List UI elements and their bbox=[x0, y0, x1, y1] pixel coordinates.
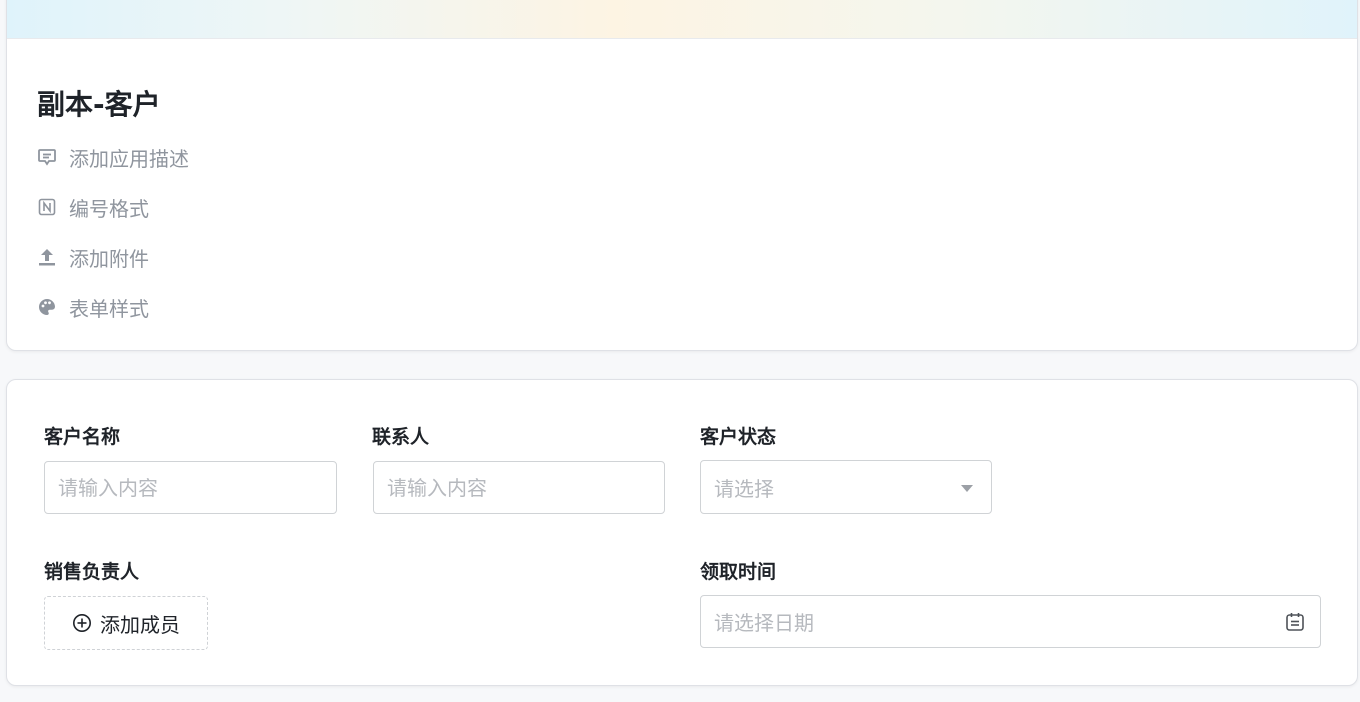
number-format-option[interactable]: 编号格式 bbox=[37, 193, 149, 221]
customer-name-label: 客户名称 bbox=[44, 426, 121, 448]
form-style-option[interactable]: 表单样式 bbox=[37, 293, 149, 321]
contact-field[interactable] bbox=[373, 461, 665, 514]
claim-time-label: 领取时间 bbox=[700, 561, 777, 583]
page-title: 副本-客户 bbox=[37, 88, 161, 121]
palette-icon bbox=[39, 299, 55, 315]
add-attachment-option[interactable]: 添加附件 bbox=[37, 243, 149, 271]
add-member-button[interactable]: 添加成员 bbox=[44, 596, 208, 650]
customer-name-field[interactable] bbox=[44, 461, 337, 514]
calendar-icon bbox=[1286, 613, 1304, 631]
plus-circle-icon bbox=[73, 614, 91, 632]
upload-icon bbox=[39, 249, 55, 266]
add-description-label: 添加应用描述 bbox=[69, 146, 189, 171]
header-banner bbox=[7, 0, 1357, 39]
contact-label: 联系人 bbox=[372, 426, 430, 448]
comment-icon bbox=[38, 149, 56, 166]
caret-down-icon bbox=[961, 485, 973, 492]
app-settings-card: 副本-客户 添加应用描述 编号格式 添加附件 表单样式 bbox=[6, 0, 1358, 351]
add-description-option[interactable]: 添加应用描述 bbox=[37, 143, 189, 171]
claim-time-placeholder: 请选择日期 bbox=[714, 611, 814, 635]
customer-status-label: 客户状态 bbox=[700, 426, 777, 448]
sales-owner-label: 销售负责人 bbox=[44, 561, 140, 583]
customer-name-input[interactable] bbox=[58, 475, 323, 500]
add-attachment-label: 添加附件 bbox=[69, 246, 149, 271]
customer-status-select[interactable]: 请选择 bbox=[700, 460, 992, 514]
contact-input[interactable] bbox=[387, 475, 651, 500]
add-member-label: 添加成员 bbox=[100, 612, 180, 637]
number-format-label: 编号格式 bbox=[69, 196, 149, 221]
form-style-label: 表单样式 bbox=[69, 296, 149, 321]
customer-status-placeholder: 请选择 bbox=[714, 476, 774, 501]
number-format-icon bbox=[38, 198, 56, 216]
form-card: 客户名称 联系人 客户状态 请选择 销售负责人 添加成员 领取时间 请选择日期 bbox=[6, 379, 1358, 686]
claim-time-datepicker[interactable]: 请选择日期 bbox=[700, 595, 1321, 648]
